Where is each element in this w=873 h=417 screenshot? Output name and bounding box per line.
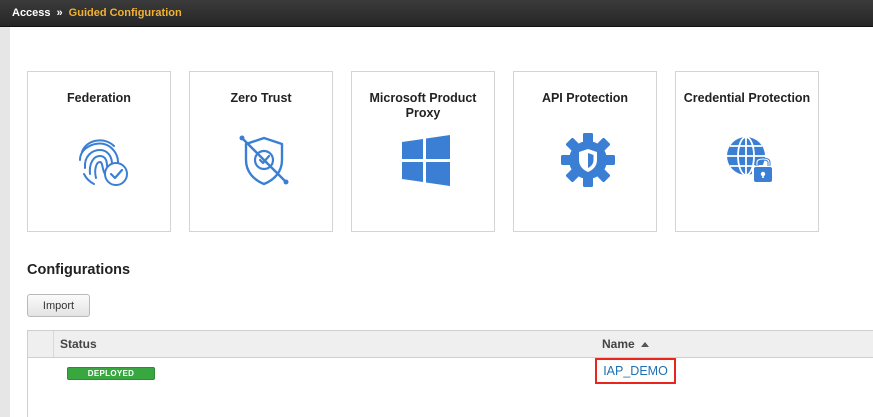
gear-shield-icon xyxy=(561,133,615,187)
tile-api-protection[interactable]: API Protection xyxy=(513,71,657,232)
breadcrumb-root[interactable]: Access xyxy=(12,7,51,19)
column-header-name[interactable]: Name xyxy=(602,337,649,351)
tile-title: Federation xyxy=(67,91,131,105)
config-name-link[interactable]: IAP_DEMO xyxy=(595,358,676,384)
configurations-title: Configurations xyxy=(27,262,131,278)
breadcrumb-separator: » xyxy=(56,7,63,19)
windows-logo-icon xyxy=(402,135,450,186)
tile-credential-protection[interactable]: Credential Protection xyxy=(675,71,819,232)
configurations-table: Status Name DEPLOYED IAP_DEMO xyxy=(27,330,873,417)
status-badge: DEPLOYED xyxy=(67,367,155,380)
breadcrumb: Access » Guided Configuration xyxy=(0,0,873,27)
tile-microsoft-product-proxy[interactable]: Microsoft Product Proxy xyxy=(351,71,495,232)
breadcrumb-current: Guided Configuration xyxy=(68,7,182,19)
tile-title: Microsoft Product Proxy xyxy=(369,91,477,120)
column-header-status[interactable]: Status xyxy=(60,337,97,351)
sort-ascending-icon xyxy=(640,342,649,348)
fingerprint-check-icon xyxy=(79,139,128,186)
page: Access » Guided Configuration Federation… xyxy=(0,0,873,417)
tile-title: Credential Protection xyxy=(683,91,811,105)
select-all-column[interactable] xyxy=(28,331,54,357)
tile-zero-trust[interactable]: Zero Trust xyxy=(189,71,333,232)
tile-federation[interactable]: Federation xyxy=(27,71,171,232)
column-header-name-label: Name xyxy=(602,337,635,351)
left-gutter xyxy=(0,27,10,417)
table-header: Status Name xyxy=(28,331,873,358)
tile-title: API Protection xyxy=(541,91,629,105)
column-header-status-label: Status xyxy=(60,337,97,351)
import-button[interactable]: Import xyxy=(27,294,90,317)
globe-lock-icon xyxy=(727,136,774,184)
shield-check-icon xyxy=(239,135,289,186)
tile-title: Zero Trust xyxy=(230,91,292,105)
